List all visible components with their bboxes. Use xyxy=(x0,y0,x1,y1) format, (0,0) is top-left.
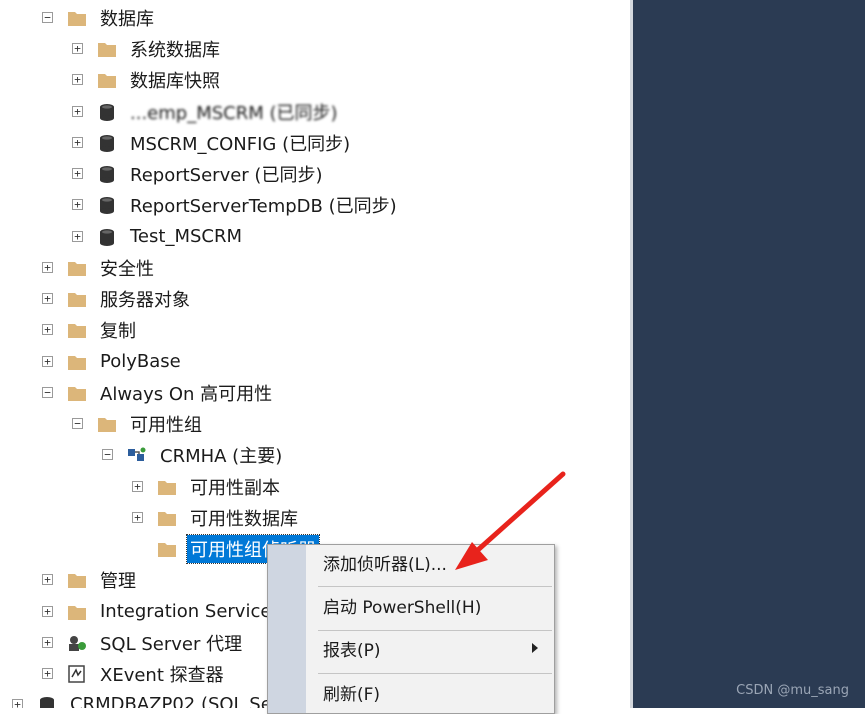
tree-node-sql-agent[interactable]: + SQL Server 代理 xyxy=(42,627,245,658)
menu-item-refresh[interactable]: 刷新(F) xyxy=(323,680,380,710)
database-icon xyxy=(100,103,114,121)
menu-item-add-listener[interactable]: 添加侦听器(L)... xyxy=(323,550,447,580)
expand-toggle[interactable]: + xyxy=(72,168,83,179)
collapse-toggle[interactable]: − xyxy=(102,449,113,460)
xevent-profiler-icon xyxy=(68,664,85,683)
tree-node-integration-services[interactable]: + Integration Service xyxy=(42,596,274,627)
tree-node-security[interactable]: + 安全性 xyxy=(42,252,157,283)
database-icon xyxy=(100,228,114,246)
folder-icon xyxy=(68,386,86,401)
menu-item-reports[interactable]: 报表(P) xyxy=(323,636,381,666)
tree-node-database[interactable]: + Test_MSCRM xyxy=(72,221,245,252)
folder-icon xyxy=(68,292,86,307)
database-icon xyxy=(100,196,114,214)
folder-icon xyxy=(158,480,176,495)
expand-toggle[interactable]: + xyxy=(42,293,53,304)
tree-node-database[interactable]: + MSCRM_CONFIG (已同步) xyxy=(72,127,353,158)
menu-separator xyxy=(318,630,552,631)
folder-icon xyxy=(98,73,116,88)
expand-toggle[interactable]: + xyxy=(72,74,83,85)
database-icon xyxy=(100,134,114,152)
menu-item-start-powershell[interactable]: 启动 PowerShell(H) xyxy=(323,593,481,623)
tree-node-always-on[interactable]: − Always On 高可用性 xyxy=(42,377,275,408)
expand-toggle[interactable]: + xyxy=(72,106,83,117)
sql-agent-icon xyxy=(69,635,86,651)
folder-icon xyxy=(68,573,86,588)
expand-toggle[interactable]: + xyxy=(132,481,143,492)
expand-toggle[interactable]: + xyxy=(132,512,143,523)
no-toggle xyxy=(132,543,143,554)
tree-node-availability-replicas[interactable]: + 可用性副本 xyxy=(132,471,283,502)
collapse-toggle[interactable]: − xyxy=(42,12,53,23)
tree-node-replication[interactable]: + 复制 xyxy=(42,314,139,345)
menu-separator xyxy=(318,673,552,674)
folder-icon xyxy=(158,542,176,557)
expand-toggle[interactable]: + xyxy=(42,324,53,335)
folder-icon xyxy=(68,323,86,338)
tree-node-availability-groups[interactable]: − 可用性组 xyxy=(72,408,205,439)
tree-node-ag-crmha[interactable]: − CRMHA (主要) xyxy=(102,439,285,470)
tree-node-database-snapshots[interactable]: + 数据库快照 xyxy=(72,64,223,95)
submenu-arrow-icon xyxy=(532,643,538,653)
expand-toggle[interactable]: + xyxy=(42,668,53,679)
tree-node-xevent-profiler[interactable]: + XEvent 探查器 xyxy=(42,658,227,689)
expand-toggle[interactable]: + xyxy=(42,606,53,617)
expand-toggle[interactable]: + xyxy=(42,574,53,585)
folder-icon xyxy=(68,261,86,276)
tree-node-databases[interactable]: − 数据库 xyxy=(42,2,157,33)
expand-toggle[interactable]: + xyxy=(72,231,83,242)
folder-icon xyxy=(68,355,86,370)
expand-toggle[interactable]: + xyxy=(72,199,83,210)
tree-node-database[interactable]: + ReportServer (已同步) xyxy=(72,158,325,189)
menu-separator xyxy=(318,586,552,587)
tree-node-database[interactable]: + ReportServerTempDB (已同步) xyxy=(72,189,400,220)
watermark: CSDN @mu_sang xyxy=(736,683,849,698)
tree-node-system-databases[interactable]: + 系统数据库 xyxy=(72,33,223,64)
menu-gutter xyxy=(268,545,306,713)
expand-toggle[interactable]: + xyxy=(42,262,53,273)
expand-toggle[interactable]: + xyxy=(12,699,23,708)
expand-toggle[interactable]: + xyxy=(42,637,53,648)
tree-node-database[interactable]: + ...emp_MSCRM (已同步) xyxy=(72,96,341,127)
folder-icon xyxy=(98,417,116,432)
expand-toggle[interactable]: + xyxy=(72,137,83,148)
folder-icon xyxy=(158,511,176,526)
folder-icon xyxy=(68,605,86,620)
tree-node-management[interactable]: + 管理 xyxy=(42,564,139,595)
folder-icon xyxy=(68,11,86,26)
folder-icon xyxy=(98,42,116,57)
context-menu: 添加侦听器(L)... 启动 PowerShell(H) 报表(P) 刷新(F) xyxy=(267,544,555,714)
availability-group-icon xyxy=(128,447,146,461)
expand-toggle[interactable]: + xyxy=(42,356,53,367)
document-area: CSDN @mu_sang xyxy=(630,0,865,708)
server-icon xyxy=(40,696,54,708)
tree-node-server-objects[interactable]: + 服务器对象 xyxy=(42,283,193,314)
tree-node-polybase[interactable]: + PolyBase xyxy=(42,346,184,377)
expand-toggle[interactable]: + xyxy=(72,43,83,54)
tree-node-availability-databases[interactable]: + 可用性数据库 xyxy=(132,502,301,533)
collapse-toggle[interactable]: − xyxy=(42,387,53,398)
collapse-toggle[interactable]: − xyxy=(72,418,83,429)
database-icon xyxy=(100,165,114,183)
